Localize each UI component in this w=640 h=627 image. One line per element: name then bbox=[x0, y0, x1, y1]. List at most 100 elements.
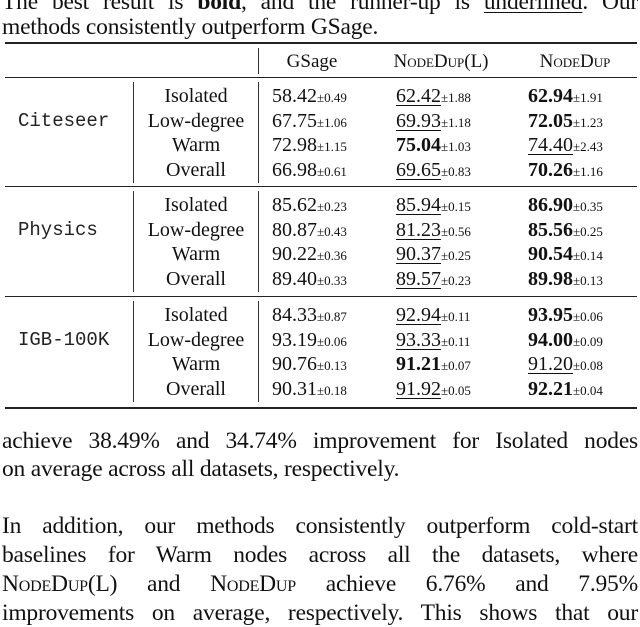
best-value: 89.98 bbox=[528, 268, 573, 291]
value-cell: 91.20±0.08 bbox=[528, 352, 603, 378]
value-cell: 69.93±1.18 bbox=[396, 109, 471, 135]
best-value: 75.04 bbox=[396, 134, 441, 157]
value-cell: 90.76±0.13 bbox=[272, 352, 347, 378]
value-cell: 84.33±0.87 bbox=[272, 303, 347, 329]
best-value: 93.95 bbox=[528, 304, 573, 326]
runner-up-value: 91.20 bbox=[528, 353, 573, 376]
row-label: Overall bbox=[166, 159, 226, 182]
std-value: ±0.09 bbox=[573, 333, 603, 349]
runner-up-value: 92.94 bbox=[396, 304, 441, 326]
row-label: Isolated bbox=[164, 304, 228, 326]
value-cell: 67.75±1.06 bbox=[272, 109, 347, 135]
std-value: ±0.18 bbox=[317, 383, 347, 399]
table-bottom-rule bbox=[5, 407, 637, 409]
value-cell: 62.42±1.88 bbox=[396, 84, 471, 110]
group-vertical-rule bbox=[258, 191, 260, 292]
mean-value: 89.40 bbox=[272, 268, 317, 291]
mean-value: 90.31 bbox=[272, 378, 317, 401]
std-value: ±0.23 bbox=[317, 199, 347, 214]
row-label: Low-degree bbox=[147, 218, 245, 241]
mean-value: 72.98 bbox=[272, 134, 317, 157]
row-label: Warm bbox=[171, 243, 221, 266]
std-value: ±0.23 bbox=[441, 273, 471, 289]
mean-value: 80.87 bbox=[272, 218, 317, 241]
best-value: 70.26 bbox=[528, 159, 573, 182]
dataset-label: Citeseer bbox=[18, 110, 110, 133]
std-value: ±0.14 bbox=[573, 248, 603, 264]
value-cell: 91.92±0.05 bbox=[396, 377, 471, 403]
value-cell: 69.65±0.83 bbox=[396, 158, 471, 184]
best-value: 94.00 bbox=[528, 328, 573, 351]
row-label: Isolated bbox=[164, 85, 228, 107]
paragraph-2-line-3: NodeDup(L) and NodeDup achieve 6.76% and… bbox=[2, 570, 638, 598]
group-vertical-rule bbox=[258, 301, 260, 402]
std-value: ±0.56 bbox=[441, 223, 471, 239]
std-value: ±0.83 bbox=[441, 164, 471, 180]
value-cell: 92.94±0.11 bbox=[396, 303, 470, 329]
std-value: ±1.16 bbox=[573, 164, 603, 180]
std-value: ±1.91 bbox=[573, 90, 603, 105]
best-value: 92.21 bbox=[528, 378, 573, 401]
value-cell: 85.94±0.15 bbox=[396, 193, 471, 219]
best-value: 91.21 bbox=[396, 353, 441, 376]
group-vertical-rule bbox=[133, 301, 135, 402]
std-value: ±1.23 bbox=[573, 114, 603, 130]
row-label: Overall bbox=[166, 378, 226, 401]
group-vertical-rule bbox=[258, 82, 260, 183]
best-value: 72.05 bbox=[528, 109, 573, 132]
runner-up-value: 91.92 bbox=[396, 378, 441, 401]
std-value: ±1.15 bbox=[317, 139, 347, 155]
value-cell: 91.21±0.07 bbox=[396, 352, 471, 378]
table-top-rule bbox=[5, 42, 637, 44]
std-value: ±0.43 bbox=[317, 223, 347, 239]
value-cell: 80.87±0.43 bbox=[272, 218, 347, 244]
runner-up-value: 81.23 bbox=[396, 218, 441, 241]
std-value: ±0.36 bbox=[317, 248, 347, 264]
group-rule-2 bbox=[5, 296, 637, 298]
row-label: Isolated bbox=[164, 194, 228, 216]
row-label: Low-degree bbox=[147, 109, 245, 132]
best-value: 86.90 bbox=[528, 194, 573, 216]
mean-value: 66.98 bbox=[272, 159, 317, 182]
std-value: ±2.43 bbox=[573, 139, 603, 155]
group-vertical-rule bbox=[133, 82, 135, 183]
dataset-label: IGB-100K bbox=[18, 329, 110, 352]
std-value: ±1.03 bbox=[441, 139, 471, 155]
mean-value: 85.62 bbox=[272, 194, 317, 216]
std-value: ±1.18 bbox=[441, 114, 471, 130]
paragraph-2-line-4: improvements on average, respectively. T… bbox=[2, 600, 638, 626]
std-value: ±0.35 bbox=[573, 199, 603, 214]
caption-line-2: methods consistently outperform GSage. bbox=[2, 14, 379, 40]
method-name-nodedup-l: NodeDup(L) bbox=[2, 571, 118, 597]
std-value: ±0.11 bbox=[441, 333, 471, 349]
value-cell: 89.40±0.33 bbox=[272, 267, 347, 293]
paragraph-1-line-1: achieve 38.49% and 34.74% improvement fo… bbox=[2, 428, 638, 454]
value-cell: 93.95±0.06 bbox=[528, 303, 603, 329]
runner-up-value: 90.37 bbox=[396, 243, 441, 266]
std-value: ±0.33 bbox=[317, 273, 347, 289]
value-cell: 89.57±0.23 bbox=[396, 267, 471, 293]
value-cell: 90.37±0.25 bbox=[396, 242, 471, 268]
row-label: Warm bbox=[171, 134, 221, 157]
mean-value: 90.76 bbox=[272, 353, 317, 376]
mean-value: 67.75 bbox=[272, 109, 317, 132]
std-value: ±0.04 bbox=[573, 383, 603, 399]
std-value: ±0.11 bbox=[441, 309, 471, 324]
runner-up-value: 69.65 bbox=[396, 159, 441, 182]
row-label: Overall bbox=[166, 268, 226, 291]
std-value: ±1.88 bbox=[441, 90, 471, 105]
header-vertical-rule bbox=[258, 48, 260, 74]
std-value: ±0.07 bbox=[441, 358, 471, 374]
column-header-nodedup-l: NodeDup(L) bbox=[393, 51, 489, 72]
value-cell: 81.23±0.56 bbox=[396, 218, 471, 244]
paragraph-2-line-2: baselines for Warm nodes across all the … bbox=[2, 542, 638, 568]
runner-up-value: 69.93 bbox=[396, 109, 441, 132]
paragraph-text: achieve 6.76% and 7.95% bbox=[295, 571, 638, 597]
value-cell: 85.56±0.25 bbox=[528, 218, 603, 244]
value-cell: 93.19±0.06 bbox=[272, 328, 347, 354]
std-value: ±0.25 bbox=[573, 223, 603, 239]
column-header-gsage: GSage bbox=[286, 51, 338, 72]
std-value: ±0.25 bbox=[441, 248, 471, 264]
mean-value: 90.22 bbox=[272, 243, 317, 266]
std-value: ±0.61 bbox=[317, 164, 347, 180]
